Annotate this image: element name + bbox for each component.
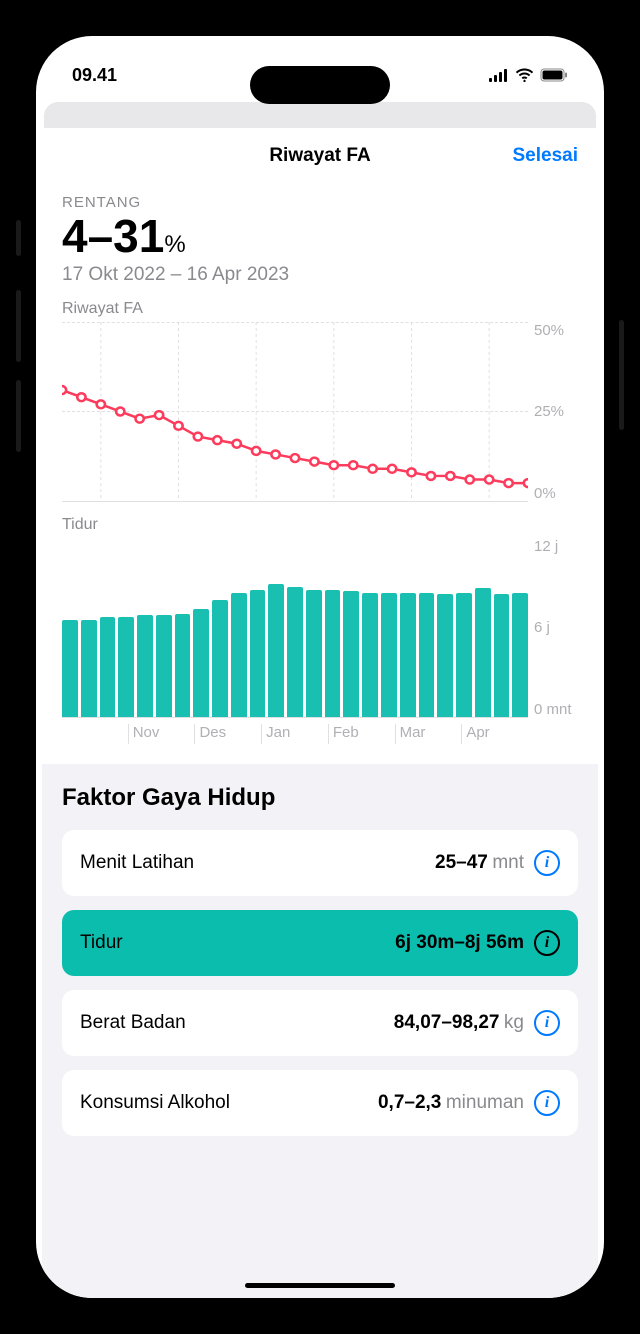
y-tick: 50% [534, 322, 578, 339]
range-value: 4–31% [62, 211, 578, 262]
bar [419, 593, 435, 717]
bar [268, 584, 284, 717]
bar [437, 594, 453, 716]
bar [456, 593, 472, 717]
bar [193, 609, 209, 716]
bar [494, 594, 510, 716]
x-tick: Jan [261, 724, 328, 744]
fa-history-chart[interactable]: Riwayat FA 50% 25% 0% [62, 300, 578, 502]
bar [512, 593, 528, 717]
bar [400, 593, 416, 717]
bar [137, 615, 153, 716]
home-indicator[interactable] [245, 1283, 395, 1288]
factors-title: Faktor Gaya Hidup [62, 784, 578, 812]
dynamic-island [250, 66, 390, 104]
cellular-icon [489, 69, 509, 82]
factor-value: 6j 30m–8j 56m [395, 932, 524, 954]
chart-title-sleep: Tidur [62, 516, 578, 534]
x-tick: Mar [395, 724, 462, 744]
factor-value: 25–47 mnt [435, 852, 524, 874]
x-tick: Apr [461, 724, 528, 744]
bar [475, 588, 491, 716]
date-range: 17 Okt 2022 – 16 Apr 2023 [62, 264, 578, 286]
bar [62, 620, 78, 717]
factor-name: Menit Latihan [80, 852, 194, 874]
y-tick: 0% [534, 485, 578, 502]
factor-card-menit-latihan[interactable]: Menit Latihan 25–47 mnt i [62, 830, 578, 896]
wifi-icon [515, 68, 534, 82]
nav-bar: Riwayat FA Selesai [42, 128, 598, 184]
x-tick [62, 724, 128, 744]
bar [250, 590, 266, 717]
bar [231, 593, 247, 717]
bar [175, 614, 191, 717]
done-button[interactable]: Selesai [513, 145, 579, 167]
y-tick: 25% [534, 403, 578, 420]
info-icon[interactable]: i [534, 850, 560, 876]
y-tick: 12 j [534, 538, 578, 555]
info-icon[interactable]: i [534, 1090, 560, 1116]
bar [287, 587, 303, 717]
range-label: RENTANG [62, 194, 578, 211]
factor-card-berat-badan[interactable]: Berat Badan 84,07–98,27 kg i [62, 990, 578, 1056]
factor-value: 0,7–2,3 minuman [378, 1092, 524, 1114]
battery-icon [540, 68, 568, 82]
bar [100, 617, 116, 717]
modal-sheet: Riwayat FA Selesai RENTANG 4–31% 17 Okt … [42, 128, 598, 1298]
bar [118, 617, 134, 717]
page-title: Riwayat FA [269, 145, 370, 167]
y-tick: 0 mnt [534, 701, 578, 718]
factor-name: Konsumsi Alkohol [80, 1092, 230, 1114]
info-icon[interactable]: i [534, 930, 560, 956]
bar [212, 600, 228, 716]
status-time: 09.41 [72, 65, 117, 86]
x-tick: Feb [328, 724, 395, 744]
factor-card-konsumsi-alkohol[interactable]: Konsumsi Alkohol 0,7–2,3 minuman i [62, 1070, 578, 1136]
factor-name: Tidur [80, 932, 123, 954]
bar [325, 590, 341, 717]
factor-value: 84,07–98,27 kg [394, 1012, 524, 1034]
factor-name: Berat Badan [80, 1012, 186, 1034]
x-tick: Nov [128, 724, 195, 744]
sleep-chart[interactable]: Tidur 12 j 6 j 0 mnt NovDesJanFebMarApr [62, 516, 578, 744]
range-number: 4–31 [62, 210, 164, 262]
factor-card-tidur[interactable]: Tidur 6j 30m–8j 56m i [62, 910, 578, 976]
bar [381, 593, 397, 717]
bar [81, 620, 97, 717]
y-tick: 6 j [534, 619, 578, 636]
range-percent: % [164, 231, 185, 258]
x-tick: Des [194, 724, 261, 744]
bar [362, 593, 378, 717]
info-icon[interactable]: i [534, 1010, 560, 1036]
bar [306, 590, 322, 717]
lifestyle-factors-section: Faktor Gaya Hidup Menit Latihan 25–47 mnt… [42, 764, 598, 1298]
chart-title-fa: Riwayat FA [62, 300, 578, 318]
bar [343, 591, 359, 716]
background-sheet [44, 102, 596, 128]
bar [156, 615, 172, 716]
